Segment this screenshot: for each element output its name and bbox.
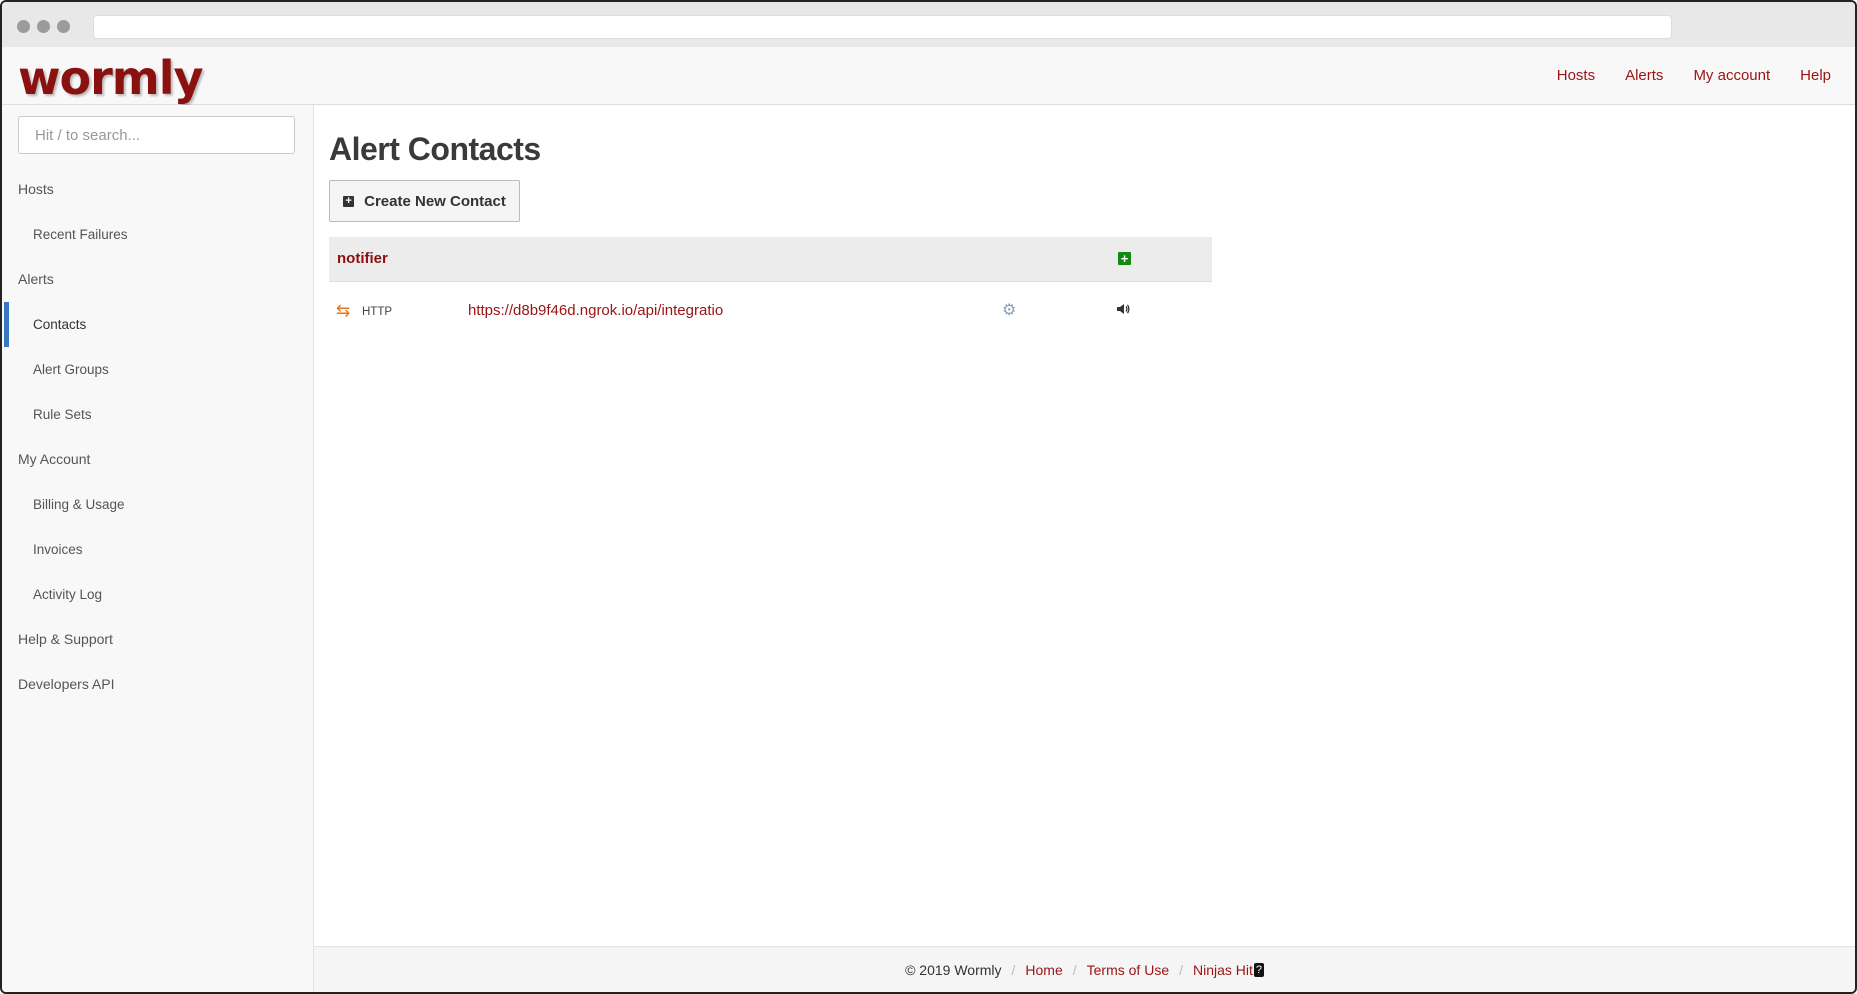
plus-square-icon: + (343, 195, 355, 207)
browser-chrome (2, 2, 1855, 47)
contact-group: notifier + ⇆ HTTP https://d8b9f46d.ngrok… (329, 237, 1212, 342)
sidebar-item-developers-api[interactable]: Developers API (2, 662, 313, 707)
page-title: Alert Contacts (329, 131, 541, 167)
wormly-logo[interactable]: wormly (18, 51, 203, 105)
footer-link-terms[interactable]: Terms of Use (1087, 962, 1169, 978)
sidebar-item-my-account[interactable]: My Account (2, 437, 313, 482)
http-exchange-icon: ⇆ (336, 301, 351, 320)
sidebar-item-help-support[interactable]: Help & Support (2, 617, 313, 662)
footer-separator: / (1072, 961, 1077, 978)
gear-icon[interactable]: ⚙ (1002, 300, 1016, 320)
speaker-icon[interactable] (1116, 302, 1130, 320)
nav-link-my-account[interactable]: My account (1693, 67, 1770, 84)
nav-link-alerts[interactable]: Alerts (1625, 67, 1663, 84)
add-contact-icon[interactable]: + (1118, 252, 1131, 265)
contact-type: HTTP (362, 306, 393, 318)
footer-separator: / (1011, 961, 1016, 978)
sidebar-item-contacts[interactable]: Contacts (2, 302, 313, 347)
browser-window: wormly Hosts Alerts My account Help Host… (0, 0, 1857, 994)
search-input[interactable] (18, 116, 295, 154)
sidebar-menu: Hosts Recent Failures Alerts Contacts Al… (2, 167, 313, 707)
footer-separator: / (1179, 961, 1183, 978)
contact-row: ⇆ HTTP https://d8b9f46d.ngrok.io/api/int… (329, 282, 1212, 342)
footer: © 2019 Wormly / Home / Terms of Use / Ni… (314, 946, 1855, 992)
sidebar-item-alert-groups[interactable]: Alert Groups (2, 347, 313, 392)
sidebar-item-invoices[interactable]: Invoices (2, 527, 313, 572)
main-content: Alert Contacts + Create New Contact noti… (314, 105, 1855, 992)
contact-group-header: notifier + (329, 237, 1212, 282)
footer-copyright: © 2019 Wormly (905, 961, 1002, 978)
sidebar-item-hosts[interactable]: Hosts (2, 167, 313, 212)
window-maximize-dot[interactable] (57, 20, 70, 33)
sidebar-item-billing-usage[interactable]: Billing & Usage (2, 482, 313, 527)
top-navbar: wormly Hosts Alerts My account Help (2, 47, 1855, 105)
address-bar[interactable] (93, 15, 1672, 39)
create-new-contact-label: Create New Contact (364, 192, 506, 210)
sidebar-item-alerts[interactable]: Alerts (2, 257, 313, 302)
contact-group-name[interactable]: notifier (337, 250, 388, 267)
contact-url-link[interactable]: https://d8b9f46d.ngrok.io/api/integratio (468, 302, 723, 319)
question-mark-icon: ? (1253, 962, 1264, 977)
sidebar-item-recent-failures[interactable]: Recent Failures (2, 212, 313, 257)
footer-link-home[interactable]: Home (1025, 962, 1062, 978)
window-minimize-dot[interactable] (37, 20, 50, 33)
create-new-contact-button[interactable]: + Create New Contact (329, 180, 520, 222)
window-close-dot[interactable] (17, 20, 30, 33)
nav-link-hosts[interactable]: Hosts (1557, 67, 1595, 84)
sidebar-item-rule-sets[interactable]: Rule Sets (2, 392, 313, 437)
sidebar: Hosts Recent Failures Alerts Contacts Al… (2, 105, 314, 992)
footer-link-ninjas-hit[interactable]: Ninjas Hit (1193, 962, 1253, 978)
sidebar-item-activity-log[interactable]: Activity Log (2, 572, 313, 617)
nav-link-help[interactable]: Help (1800, 67, 1831, 84)
top-nav-links: Hosts Alerts My account Help (1527, 67, 1831, 84)
